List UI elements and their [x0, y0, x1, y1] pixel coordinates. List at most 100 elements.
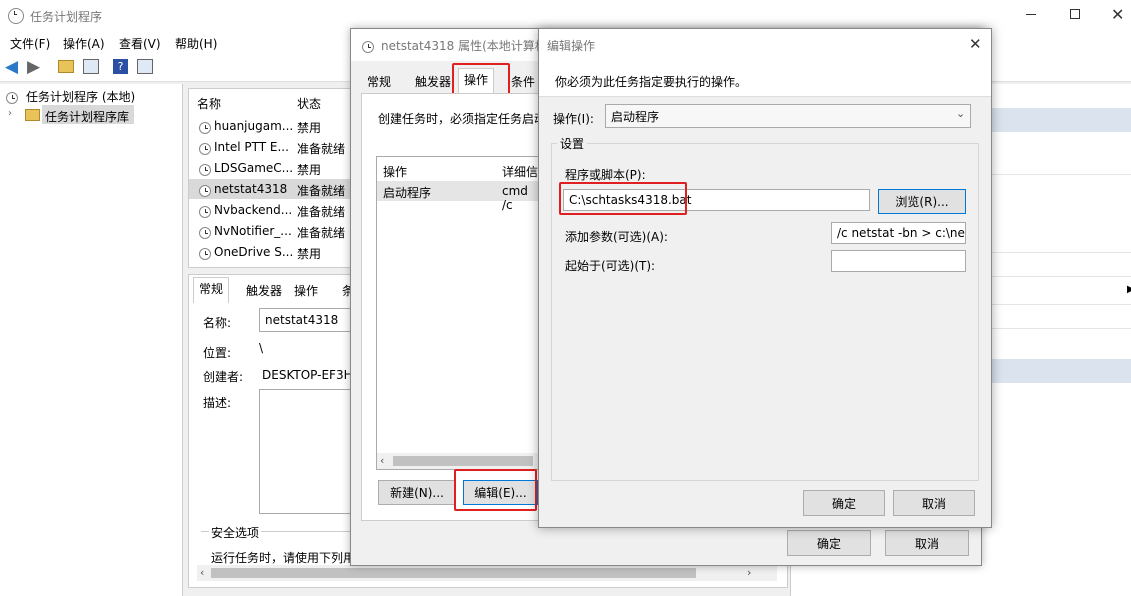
tree-root-label[interactable]: 任务计划程序 (本地)	[26, 88, 135, 105]
edit-cancel-button[interactable]: 取消	[893, 490, 975, 516]
edit-ok-button[interactable]: 确定	[803, 490, 885, 516]
help-icon[interactable]: ?	[113, 59, 128, 74]
table-row[interactable]: Intel PTT E... 准备就绪	[189, 137, 351, 157]
task-name: Intel PTT E...	[214, 140, 289, 154]
highlight-edit-button	[454, 469, 537, 511]
task-status: 准备就绪	[297, 226, 346, 240]
new-action-button[interactable]: 新建(N)...	[378, 480, 456, 505]
start-in-label: 起始于(可选)(T):	[565, 259, 656, 273]
app-clock-icon	[8, 8, 24, 24]
detail-tab-actions[interactable]: 操作	[289, 280, 323, 302]
menu-view[interactable]: 查看(V)	[119, 35, 161, 52]
menu-action[interactable]: 操作(A)	[63, 35, 105, 52]
actions-col-detail[interactable]: 详细信	[502, 163, 538, 180]
task-status: 禁用	[297, 163, 322, 177]
browse-button[interactable]: 浏览(R)...	[878, 189, 966, 214]
table-row[interactable]: NvNotifier_... 准备就绪	[189, 221, 351, 241]
tab-label: 常规	[199, 282, 224, 296]
tab-label: 触发器	[415, 75, 452, 89]
edit-close-icon[interactable]: ✕	[969, 35, 982, 53]
action-pane-icon[interactable]	[137, 59, 153, 74]
action-pane-row[interactable]	[991, 328, 1131, 329]
col-header-status[interactable]: 状态	[297, 95, 321, 112]
edit-title: 编辑操作	[547, 39, 596, 53]
menu-help[interactable]: 帮助(H)	[175, 35, 217, 52]
task-status: 准备就绪	[297, 184, 346, 198]
detail-tab-general[interactable]: 常规	[193, 277, 230, 303]
task-icon	[199, 121, 211, 134]
col-header-name[interactable]: 名称	[197, 95, 221, 112]
action-pane-header-1[interactable]	[991, 108, 1131, 132]
description-box[interactable]	[259, 389, 359, 514]
action-type-select[interactable]: 启动程序 ⌄	[605, 104, 971, 128]
name-label: 名称:	[203, 316, 232, 330]
menu-file[interactable]: 文件(F)	[10, 35, 50, 52]
maximize-icon[interactable]	[1070, 9, 1080, 19]
forward-icon[interactable]: ▶	[27, 57, 40, 77]
table-row[interactable]: huanjugam... 禁用	[189, 116, 351, 136]
props-tab-conditions[interactable]: 条件	[506, 71, 540, 93]
tab-label: 常规	[367, 75, 392, 89]
program-label: 程序或脚本(P):	[565, 168, 646, 182]
task-status: 禁用	[297, 121, 322, 135]
tree-child-label[interactable]: 任务计划程序库	[45, 108, 129, 125]
task-icon	[199, 205, 211, 218]
action-pane-header-2[interactable]	[991, 359, 1131, 383]
actions-list[interactable]: 操作 详细信 启动程序 cmd /c ‹	[376, 156, 542, 470]
task-icon	[199, 163, 211, 176]
action-type-label: 操作(I):	[553, 112, 594, 126]
props-tab-triggers[interactable]: 触发器	[410, 71, 456, 93]
properties-clock-icon	[362, 40, 374, 53]
actions-scrollbar[interactable]: ‹	[377, 453, 540, 469]
table-row[interactable]: Nvbackend... 准备就绪	[189, 200, 351, 220]
tree-pane: 任务计划程序 (本地) › 任务计划程序库	[0, 84, 183, 596]
scroll-left-icon[interactable]: ‹	[200, 566, 204, 579]
edit-intro: 你必须为此任务指定要执行的操作。	[555, 75, 748, 89]
security-text: 运行任务时，请使用下列用	[211, 551, 356, 565]
scroll-thumb[interactable]	[211, 568, 696, 578]
action-type: 启动程序	[383, 186, 432, 200]
folder-up-icon[interactable]	[58, 60, 74, 73]
task-icon	[199, 247, 211, 260]
location-label: 位置:	[203, 346, 232, 360]
table-row[interactable]: netstat4318 准备就绪	[189, 179, 351, 199]
action-pane-row[interactable]	[991, 276, 1131, 277]
author-label: 创建者:	[203, 370, 244, 384]
name-field[interactable]: netstat4318	[259, 308, 359, 332]
table-row[interactable]: LDSGameC... 禁用	[189, 158, 351, 178]
task-status: 准备就绪	[297, 205, 346, 219]
scroll-right-icon[interactable]: ›	[747, 566, 751, 579]
detail-tab-triggers[interactable]: 触发器	[241, 280, 287, 302]
args-field[interactable]: /c netstat -bn > c:\netstat.txt	[831, 222, 966, 244]
edit-titlebar: 编辑操作 ✕	[539, 29, 991, 61]
tab-label: 操作	[294, 284, 319, 298]
task-name: OneDrive S...	[214, 245, 294, 259]
horizontal-scrollbar[interactable]: ‹ ›	[197, 565, 777, 581]
action-pane-row[interactable]	[991, 304, 1131, 305]
close-icon[interactable]: ✕	[1111, 5, 1124, 24]
description-label: 描述:	[203, 396, 232, 410]
settings-label: 设置	[557, 135, 588, 152]
minimize-icon[interactable]	[1026, 14, 1036, 15]
actions-col-action[interactable]: 操作	[383, 163, 407, 180]
edit-intro-band: 你必须为此任务指定要执行的操作。	[539, 61, 991, 97]
show-hide-tree-icon[interactable]	[83, 59, 99, 74]
action-pane-row[interactable]	[991, 174, 1131, 175]
expand-chevron-icon[interactable]: ›	[8, 108, 12, 119]
action-type-value: 启动程序	[611, 109, 660, 124]
task-name: netstat4318	[214, 182, 288, 196]
table-row[interactable]: 启动程序 cmd /c	[377, 181, 542, 212]
scroll-left-icon[interactable]: ‹	[380, 454, 384, 467]
task-name: Nvbackend...	[214, 203, 293, 217]
props-cancel-button[interactable]: 取消	[885, 530, 969, 556]
props-ok-button[interactable]: 确定	[787, 530, 871, 556]
scroll-thumb[interactable]	[393, 456, 533, 466]
props-tab-general[interactable]: 常规	[362, 71, 396, 93]
table-row[interactable]: OneDrive S... 禁用	[189, 242, 351, 262]
back-icon[interactable]: ◀	[5, 57, 18, 77]
action-pane-row[interactable]	[991, 252, 1131, 253]
submenu-arrow-icon[interactable]: ▶	[1127, 284, 1131, 295]
tab-label: 触发器	[246, 284, 283, 298]
start-in-field[interactable]	[831, 250, 966, 272]
location-value: \	[259, 341, 264, 355]
